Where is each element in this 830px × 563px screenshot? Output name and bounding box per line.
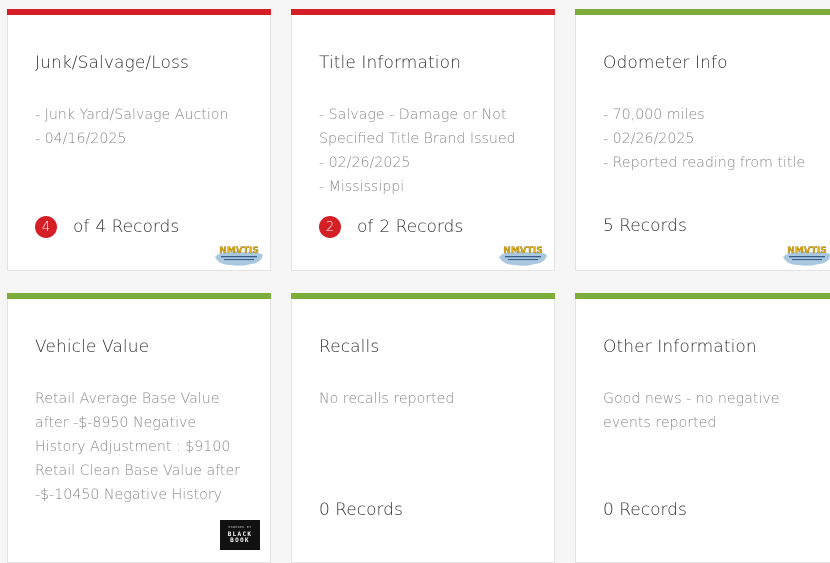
records-label: 2 Records: [379, 217, 464, 237]
card-details: - 70,000 miles - 02/26/2025 - Reported r…: [603, 103, 824, 175]
card-title: Vehicle Value: [35, 337, 150, 357]
detail-line: Good news - no negative: [603, 391, 780, 407]
status-bar: [291, 9, 555, 15]
logo-book: BOOK: [230, 537, 250, 544]
card-details: - Salvage - Damage or Not Specified Titl…: [319, 103, 540, 199]
records-count[interactable]: 0 Records: [603, 500, 687, 520]
records-label: 0 Records: [603, 500, 687, 520]
status-bar: [575, 9, 830, 15]
nmvtis-logo: NMVTIS: [783, 246, 830, 266]
card-title: Odometer Info: [603, 53, 728, 73]
svg-text:NMVTIS: NMVTIS: [503, 246, 542, 256]
other-information-card[interactable]: Other Information Good news - no negativ…: [575, 293, 830, 563]
records-label: 5 Records: [603, 216, 687, 236]
detail-line: - 02/26/2025: [603, 131, 695, 147]
records-count[interactable]: 4 of 4 Records: [35, 216, 179, 238]
card-title: Junk/Salvage/Loss: [35, 53, 189, 73]
detail-line: - Junk Yard/Salvage Auction: [35, 107, 229, 123]
records-count[interactable]: 5 Records: [603, 216, 687, 236]
detail-line: - Mississippi: [319, 179, 405, 195]
detail-line: - 04/16/2025: [35, 131, 127, 147]
detail-line: History Adjustment : $9100: [35, 439, 231, 455]
detail-line: Specified Title Brand Issued: [319, 131, 516, 147]
record-count-badge: 2: [319, 216, 341, 238]
detail-line: Retail Average Base Value: [35, 391, 220, 407]
card-details: Retail Average Base Value after -$-8950 …: [35, 387, 256, 507]
records-count[interactable]: 2 of 2 Records: [319, 216, 463, 238]
recalls-card[interactable]: Recalls No recalls reported 0 Records: [291, 293, 555, 563]
of-label: of: [357, 217, 374, 237]
detail-line: after -$-8950 Negative: [35, 415, 197, 431]
detail-line: - 02/26/2025: [319, 155, 411, 171]
black-book-logo: POWERED BY BLACK BOOK: [220, 520, 260, 550]
of-label: of: [73, 217, 90, 237]
status-bar: [291, 293, 555, 299]
status-bar: [575, 293, 830, 299]
card-title: Recalls: [319, 337, 380, 357]
record-count-badge: 4: [35, 216, 57, 238]
status-bar: [7, 293, 271, 299]
title-information-card[interactable]: Title Information - Salvage - Damage or …: [291, 9, 555, 271]
card-title: Title Information: [319, 53, 461, 73]
nmvtis-logo: NMVTIS: [215, 246, 263, 266]
svg-text:NMVTIS: NMVTIS: [787, 246, 826, 256]
detail-line: No recalls reported: [319, 391, 455, 407]
detail-line: events reported: [603, 415, 717, 431]
records-label: 0 Records: [319, 500, 403, 520]
odometer-info-card[interactable]: Odometer Info - 70,000 miles - 02/26/202…: [575, 9, 830, 271]
junk-salvage-loss-card[interactable]: Junk/Salvage/Loss - Junk Yard/Salvage Au…: [7, 9, 271, 271]
records-label: 4 Records: [95, 217, 180, 237]
card-details: No recalls reported: [319, 387, 540, 411]
records-count[interactable]: 0 Records: [319, 500, 403, 520]
card-title: Other Information: [603, 337, 757, 357]
card-details: Good news - no negative events reported: [603, 387, 824, 435]
nmvtis-logo: NMVTIS: [499, 246, 547, 266]
detail-line: - Salvage - Damage or Not: [319, 107, 507, 123]
detail-line: Retail Clean Base Value after: [35, 463, 241, 479]
svg-text:NMVTIS: NMVTIS: [219, 246, 258, 256]
detail-line: -$-10450 Negative History: [35, 487, 223, 503]
logo-powered-by: POWERED BY: [228, 525, 252, 529]
detail-line: - Reported reading from title: [603, 155, 806, 171]
detail-line: - 70,000 miles: [603, 107, 705, 123]
card-details: - Junk Yard/Salvage Auction - 04/16/2025: [35, 103, 256, 151]
status-bar: [7, 9, 271, 15]
